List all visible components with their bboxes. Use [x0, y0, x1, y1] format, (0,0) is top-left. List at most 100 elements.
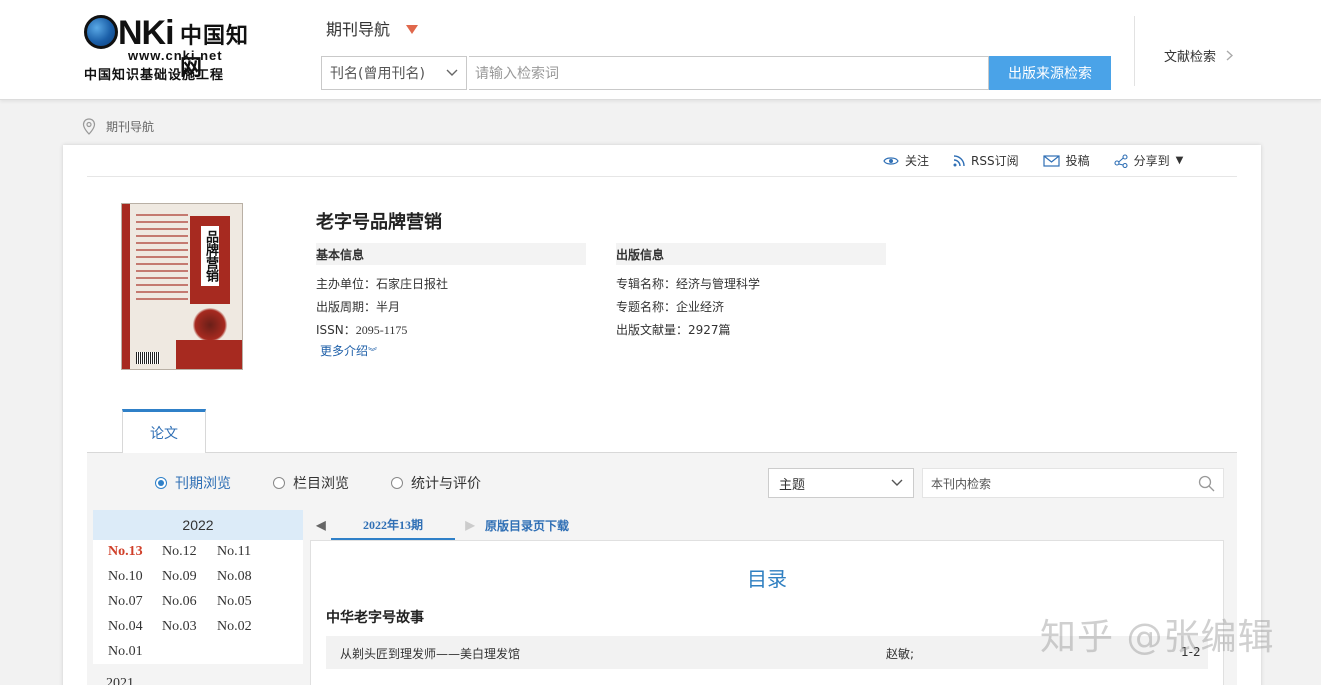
more-intro-link[interactable]: 更多介绍︾: [320, 342, 377, 359]
radio-dot: [155, 477, 167, 489]
location-pin-icon: [82, 118, 96, 135]
next-issue-arrow-icon[interactable]: ▶: [455, 518, 485, 533]
issue-link[interactable]: No.08: [217, 569, 252, 585]
double-chevron-down-icon: ︾: [368, 348, 378, 358]
eye-icon: [883, 156, 899, 165]
toc-heading: 目录: [747, 567, 787, 591]
sponsor-label: 主办单位：: [316, 277, 377, 291]
issn-value: 2095-1175: [355, 323, 408, 337]
issue-link[interactable]: No.06: [162, 594, 197, 610]
year-header-2021[interactable]: 2021: [106, 676, 134, 685]
caret-down-icon: [406, 24, 419, 34]
issue-link[interactable]: No.01: [108, 644, 143, 660]
issue-link[interactable]: No.02: [217, 619, 252, 635]
search-placeholder: 请输入检索词: [475, 66, 559, 82]
publication-source-search-button[interactable]: 出版来源检索: [989, 56, 1111, 90]
more-intro-label: 更多介绍: [320, 344, 369, 358]
share-button[interactable]: 分享到 ▼: [1114, 152, 1184, 169]
issn-label: ISSN：: [316, 323, 356, 337]
year-header-2022[interactable]: 2022: [93, 510, 303, 540]
search-icon[interactable]: [1198, 475, 1215, 492]
share-icon: [1114, 153, 1128, 168]
topic-value: 企业经济: [676, 300, 725, 314]
issue-link[interactable]: No.05: [217, 594, 252, 610]
issue-link[interactable]: No.03: [162, 619, 197, 635]
cover-bottom-band: [176, 340, 242, 369]
period-value: 半月: [376, 300, 401, 314]
barcode-icon: [136, 352, 160, 364]
issue-link[interactable]: No.13: [108, 544, 143, 560]
search-field-topic-select[interactable]: 主题: [768, 468, 914, 498]
literature-search-link[interactable]: 文献检索: [1164, 46, 1234, 65]
submit-label: 投稿: [1065, 154, 1090, 168]
follow-label: 关注: [905, 154, 930, 168]
issue-link[interactable]: No.07: [108, 594, 143, 610]
rss-button[interactable]: RSS订阅: [953, 152, 1019, 169]
article-author[interactable]: 赵敏;: [886, 645, 914, 662]
radio-dot: [273, 477, 285, 489]
cover-left-band: [122, 204, 130, 369]
issue-link[interactable]: No.12: [162, 544, 197, 560]
cover-text-lines: [136, 214, 188, 305]
chevron-right-icon: [1226, 50, 1234, 61]
download-toc-link[interactable]: 原版目录页下载: [485, 517, 569, 534]
in-journal-search-input[interactable]: 本刊内检索: [922, 468, 1224, 498]
article-count-label: 出版文献量：: [616, 323, 689, 337]
album-label: 专辑名称：: [616, 277, 677, 291]
field-select-value: 主题: [779, 477, 806, 493]
topic-row: 专题名称：企业经济: [616, 298, 724, 315]
album-row: 专辑名称：经济与管理科学: [616, 275, 760, 292]
journal-nav-label: 期刊导航: [326, 20, 391, 39]
radio-label: 刊期浏览: [175, 476, 231, 492]
literature-search-label: 文献检索: [1164, 50, 1217, 65]
toc-section-title: 中华老字号故事: [326, 610, 424, 626]
radio-browse-by-column[interactable]: 栏目浏览: [273, 473, 349, 493]
article-count-value: 2927篇: [688, 323, 731, 337]
period-label: 出版周期：: [316, 300, 377, 314]
search-field-value: 刊名(曾用刊名): [330, 66, 425, 82]
divider: [87, 176, 1237, 177]
globe-icon: [84, 15, 118, 49]
breadcrumb-journal-nav[interactable]: 期刊导航: [106, 118, 154, 135]
album-value: 经济与管理科学: [676, 277, 761, 291]
search-field-select[interactable]: 刊名(曾用刊名): [321, 56, 467, 90]
breadcrumb: 期刊导航: [82, 118, 154, 135]
logo-url: www.cnki.net: [128, 48, 223, 63]
topic-label: 专题名称：: [616, 300, 677, 314]
radio-browse-by-issue[interactable]: 刊期浏览: [155, 473, 231, 493]
in-journal-search-placeholder: 本刊内检索: [931, 476, 992, 491]
rss-icon: [953, 154, 965, 166]
journal-cover-image[interactable]: 品牌营销: [121, 203, 243, 370]
search-input[interactable]: 请输入检索词: [469, 56, 989, 90]
cover-title: 品牌营销: [201, 226, 219, 286]
current-issue-tab[interactable]: 2022年13期: [331, 510, 455, 540]
submit-manuscript-button[interactable]: 投稿: [1042, 152, 1090, 169]
chevron-down-icon: [891, 479, 903, 486]
action-bar: 关注 RSS订阅 投稿 分享到 ▼: [883, 152, 1183, 169]
radio-stats-evaluation[interactable]: 统计与评价: [391, 473, 481, 493]
radio-label: 栏目浏览: [293, 476, 349, 492]
share-label: 分享到: [1133, 154, 1170, 168]
period-row: 出版周期：半月: [316, 298, 400, 315]
rss-label: RSS订阅: [971, 154, 1019, 168]
journal-title: 老字号品牌营销: [316, 212, 442, 233]
journal-nav-menu[interactable]: 期刊导航: [326, 16, 419, 40]
basic-info-heading: 基本信息: [316, 243, 586, 265]
issn-row: ISSN：2095-1175: [316, 321, 407, 338]
article-count-row: 出版文献量：2927篇: [616, 321, 731, 338]
prev-issue-arrow-icon[interactable]: ◀: [311, 518, 331, 533]
follow-button[interactable]: 关注: [883, 152, 929, 169]
article-title-link[interactable]: 从剃头匠到理发师——美白理发馆: [340, 645, 520, 662]
issue-link[interactable]: No.11: [217, 544, 251, 560]
issue-link[interactable]: No.04: [108, 619, 143, 635]
envelope-icon: [1042, 154, 1060, 167]
issue-link[interactable]: No.09: [162, 569, 197, 585]
radio-label: 统计与评价: [411, 476, 481, 492]
cnki-logo[interactable]: NKi 中国知网 www.cnki.net 中国知识基础设施工程: [84, 14, 270, 84]
sponsor-value: 石家庄日报社: [376, 277, 449, 291]
tab-papers[interactable]: 论文: [122, 409, 206, 453]
logo-subtitle: 中国知识基础设施工程: [84, 68, 225, 83]
sponsor-row: 主办单位：石家庄日报社: [316, 275, 448, 292]
issue-link[interactable]: No.10: [108, 569, 143, 585]
caret-down-icon: ▼: [1175, 155, 1184, 166]
